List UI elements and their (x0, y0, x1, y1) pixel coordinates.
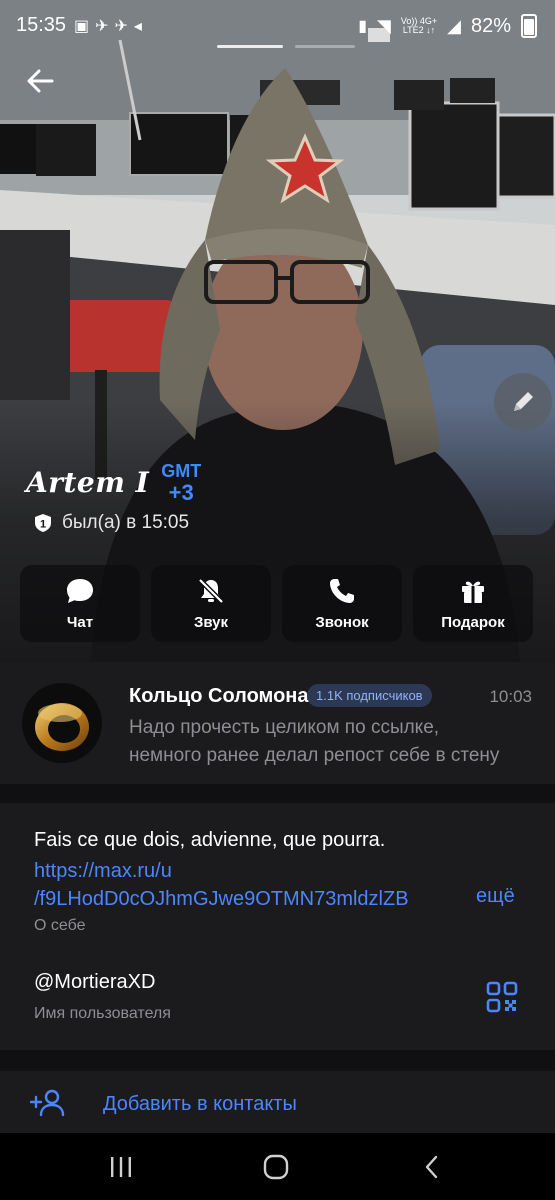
chevron-left-icon (425, 1155, 438, 1179)
bell-muted-icon (198, 577, 224, 604)
shield-badge-icon: 1 (35, 514, 51, 532)
battery-icon (521, 14, 537, 38)
story-progress-active (217, 45, 283, 48)
channel-post-time: 10:03 (489, 687, 532, 706)
recent-apps-button[interactable] (105, 1151, 137, 1183)
add-to-contacts-label: Добавить в контакты (103, 1093, 297, 1115)
recents-icon (111, 1157, 131, 1177)
profile-photo[interactable] (0, 0, 555, 662)
gift-icon (462, 581, 484, 603)
timezone-offset: +3 (168, 480, 194, 505)
status-time: 15:35 (16, 14, 67, 36)
add-to-contacts-button[interactable]: Добавить в контакты (0, 1071, 555, 1133)
last-seen-text: был(а) в 15:05 (62, 512, 190, 533)
home-icon (263, 1154, 289, 1180)
pencil-icon (514, 392, 533, 411)
bio-link[interactable]: https://max.ru/u /f9LHodD0cOJhmGJwe9OTMN… (34, 857, 474, 913)
system-navigation-bar (0, 1133, 555, 1200)
channel-post-preview: Надо прочесть целиком по ссылке, немного… (129, 714, 524, 770)
preview-line-2: немного ранее делал репост себе в стену (129, 745, 500, 766)
back-button[interactable] (22, 62, 60, 100)
arrow-left-icon (27, 69, 54, 93)
shield-badge-number: 1 (40, 519, 46, 531)
preview-line-1: Надо прочесть целиком по ссылке, (129, 717, 440, 738)
sound-button-label: Звук (193, 613, 229, 631)
timezone-badge[interactable]: GMT +3 (161, 460, 201, 504)
profile-info-card: Fais ce que dois, advienne, que pourra. … (0, 803, 555, 1050)
network-bottom-text: LTE2 ↓↑ (402, 25, 436, 35)
battery-percent: 82% (470, 14, 511, 37)
status-right-group: ▮ ◥ Vo)) 4G+ LTE2 ↓↑ ◢ 82% (358, 14, 537, 38)
battery-saver-icon: ▮ (358, 18, 367, 35)
channel-avatar (22, 683, 102, 763)
gift-button-label: Подарок (441, 613, 505, 631)
profile-name: Artem I (26, 465, 150, 499)
call-button[interactable]: Звонок (282, 565, 402, 642)
channel-title: Кольцо Соломона (129, 685, 309, 707)
add-user-icon (30, 1089, 65, 1117)
last-seen-row: 1 был(а) в 15:05 (34, 512, 189, 534)
bio-caption: О себе (34, 917, 86, 934)
chat-button[interactable]: Чат (20, 565, 140, 642)
chat-button-label: Чат (66, 613, 94, 631)
subscribers-badge: 1.1K подписчиков (307, 684, 432, 707)
system-back-button[interactable] (416, 1151, 448, 1183)
sound-button[interactable]: Звук (151, 565, 271, 642)
call-button-label: Звонок (315, 613, 369, 631)
chat-bubble-icon (67, 578, 93, 603)
personal-channel-card[interactable]: Кольцо Соломона 1.1K подписчиков 10:03 Н… (0, 662, 555, 784)
bio-text: Fais ce que dois, advienne, que pourra. (34, 829, 386, 851)
network-indicator: Vo)) 4G+ LTE2 ↓↑ (401, 17, 437, 35)
username-caption: Имя пользователя (34, 1005, 171, 1022)
wifi-icon: ◥ (377, 15, 391, 36)
notification-icons: ▣✈✈◂ (74, 18, 148, 35)
bio-link-line-2[interactable]: /f9LHodD0cOJhmGJwe9OTMN73mldzlZB (34, 885, 474, 913)
profile-name-row: Artem I GMT +3 (26, 460, 201, 504)
bio-more-button[interactable]: ещё (476, 885, 515, 908)
timezone-label: GMT (161, 461, 202, 481)
signal-icon: ◢ (447, 15, 461, 36)
username[interactable]: @MortieraXD (34, 971, 155, 994)
bio-link-line-1[interactable]: https://max.ru/u (34, 857, 474, 885)
gift-button[interactable]: Подарок (413, 565, 533, 642)
profile-actions: Чат Звук Звонок Подарок (20, 565, 533, 642)
qr-code-icon[interactable] (486, 981, 518, 1013)
gold-ring-icon (35, 703, 89, 751)
phone-icon (330, 578, 354, 603)
edit-button[interactable] (494, 373, 552, 431)
home-button[interactable] (260, 1151, 292, 1183)
story-progress-inactive (295, 45, 355, 48)
